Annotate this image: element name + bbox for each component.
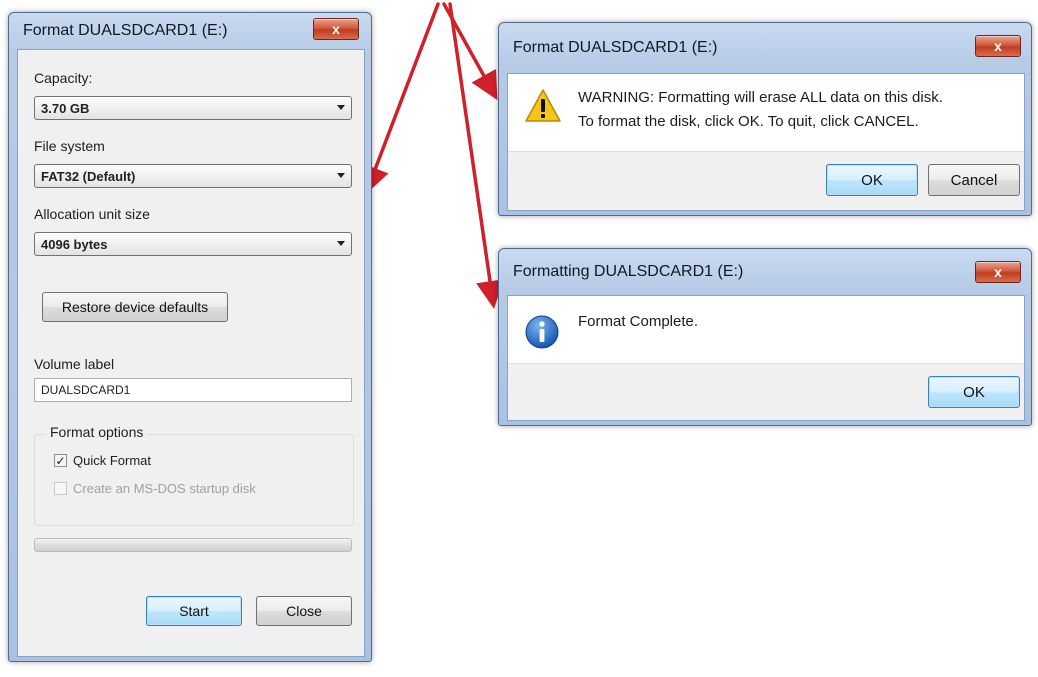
warning-dialog-close-button[interactable]: x: [975, 35, 1021, 57]
format-dialog-titlebar[interactable]: Format DUALSDCARD1 (E:) x: [9, 13, 371, 49]
warning-line-2: To format the disk, click OK. To quit, c…: [578, 113, 919, 130]
quick-format-label: Quick Format: [73, 453, 152, 468]
format-dialog: Format DUALSDCARD1 (E:) x Capacity: 3.70…: [8, 12, 372, 662]
volume-label-value: DUALSDCARD1: [41, 383, 131, 397]
format-dialog-close-button[interactable]: x: [313, 18, 359, 40]
close-icon: x: [994, 264, 1002, 280]
capacity-value: 3.70 GB: [41, 100, 90, 116]
allocation-label: Allocation unit size: [34, 206, 150, 222]
file-system-label: File system: [34, 138, 105, 154]
close-label: Close: [286, 603, 322, 619]
close-icon: x: [332, 21, 340, 37]
quick-format-checkbox[interactable]: ✓: [54, 454, 67, 467]
volume-label-label: Volume label: [34, 356, 115, 372]
msdos-startup-checkbox[interactable]: [54, 482, 67, 495]
allocation-dropdown[interactable]: 4096 bytes: [34, 232, 352, 256]
restore-defaults-label: Restore device defaults: [61, 299, 209, 315]
complete-dialog-title: Formatting DUALSDCARD1 (E:): [513, 263, 744, 280]
chevron-down-icon: [337, 105, 345, 110]
warning-line-1: WARNING: Formatting will erase ALL data …: [578, 89, 943, 106]
capacity-label: Capacity:: [34, 70, 93, 86]
arrow-to-format-dialog: [362, 2, 440, 195]
ok-button[interactable]: OK: [826, 164, 918, 196]
complete-message: Format Complete.: [578, 313, 699, 330]
cancel-button[interactable]: Cancel: [928, 164, 1020, 196]
format-dialog-title: Format DUALSDCARD1 (E:): [23, 22, 228, 39]
info-icon: [525, 315, 559, 349]
complete-dialog-footer: OK: [508, 363, 1024, 420]
close-icon: x: [994, 38, 1002, 54]
ok-label: OK: [861, 171, 883, 189]
format-progress-bar: [34, 538, 352, 552]
arrow-to-complete-dialog: [448, 2, 504, 309]
complete-dialog: Formatting DUALSDCARD1 (E:) x Format Com…: [498, 248, 1032, 426]
start-label: Start: [179, 603, 209, 619]
warning-icon: [525, 89, 561, 122]
file-system-dropdown[interactable]: FAT32 (Default): [34, 164, 352, 188]
volume-label-input[interactable]: DUALSDCARD1: [34, 378, 352, 402]
warning-dialog-titlebar[interactable]: Format DUALSDCARD1 (E:) x: [499, 23, 1031, 73]
start-button[interactable]: Start: [146, 596, 242, 626]
warning-message: WARNING: Formatting will erase ALL data …: [578, 86, 943, 134]
warning-dialog: Format DUALSDCARD1 (E:) x WARNING: Forma…: [498, 22, 1032, 216]
complete-dialog-body: Format Complete. OK: [507, 295, 1025, 421]
complete-dialog-titlebar[interactable]: Formatting DUALSDCARD1 (E:) x: [499, 249, 1031, 295]
warning-dialog-title: Format DUALSDCARD1 (E:): [513, 39, 718, 56]
complete-ok-label: OK: [963, 383, 985, 401]
format-options-group: [34, 434, 354, 526]
close-button[interactable]: Close: [256, 596, 352, 626]
warning-dialog-footer: OK Cancel: [508, 151, 1024, 210]
complete-ok-button[interactable]: OK: [928, 376, 1020, 408]
msdos-startup-label: Create an MS-DOS startup disk: [73, 481, 256, 496]
cancel-label: Cancel: [950, 171, 998, 189]
checkmark-icon: ✓: [55, 453, 66, 468]
chevron-down-icon: [337, 241, 345, 246]
complete-dialog-close-button[interactable]: x: [975, 261, 1021, 283]
warning-dialog-body: WARNING: Formatting will erase ALL data …: [507, 73, 1025, 211]
chevron-down-icon: [337, 173, 345, 178]
format-options-label: Format options: [46, 424, 148, 440]
restore-defaults-button[interactable]: Restore device defaults: [42, 292, 228, 322]
allocation-value: 4096 bytes: [41, 236, 108, 252]
file-system-value: FAT32 (Default): [41, 168, 136, 184]
capacity-dropdown[interactable]: 3.70 GB: [34, 96, 352, 120]
format-dialog-body: Capacity: 3.70 GB File system FAT32 (Def…: [17, 49, 365, 657]
